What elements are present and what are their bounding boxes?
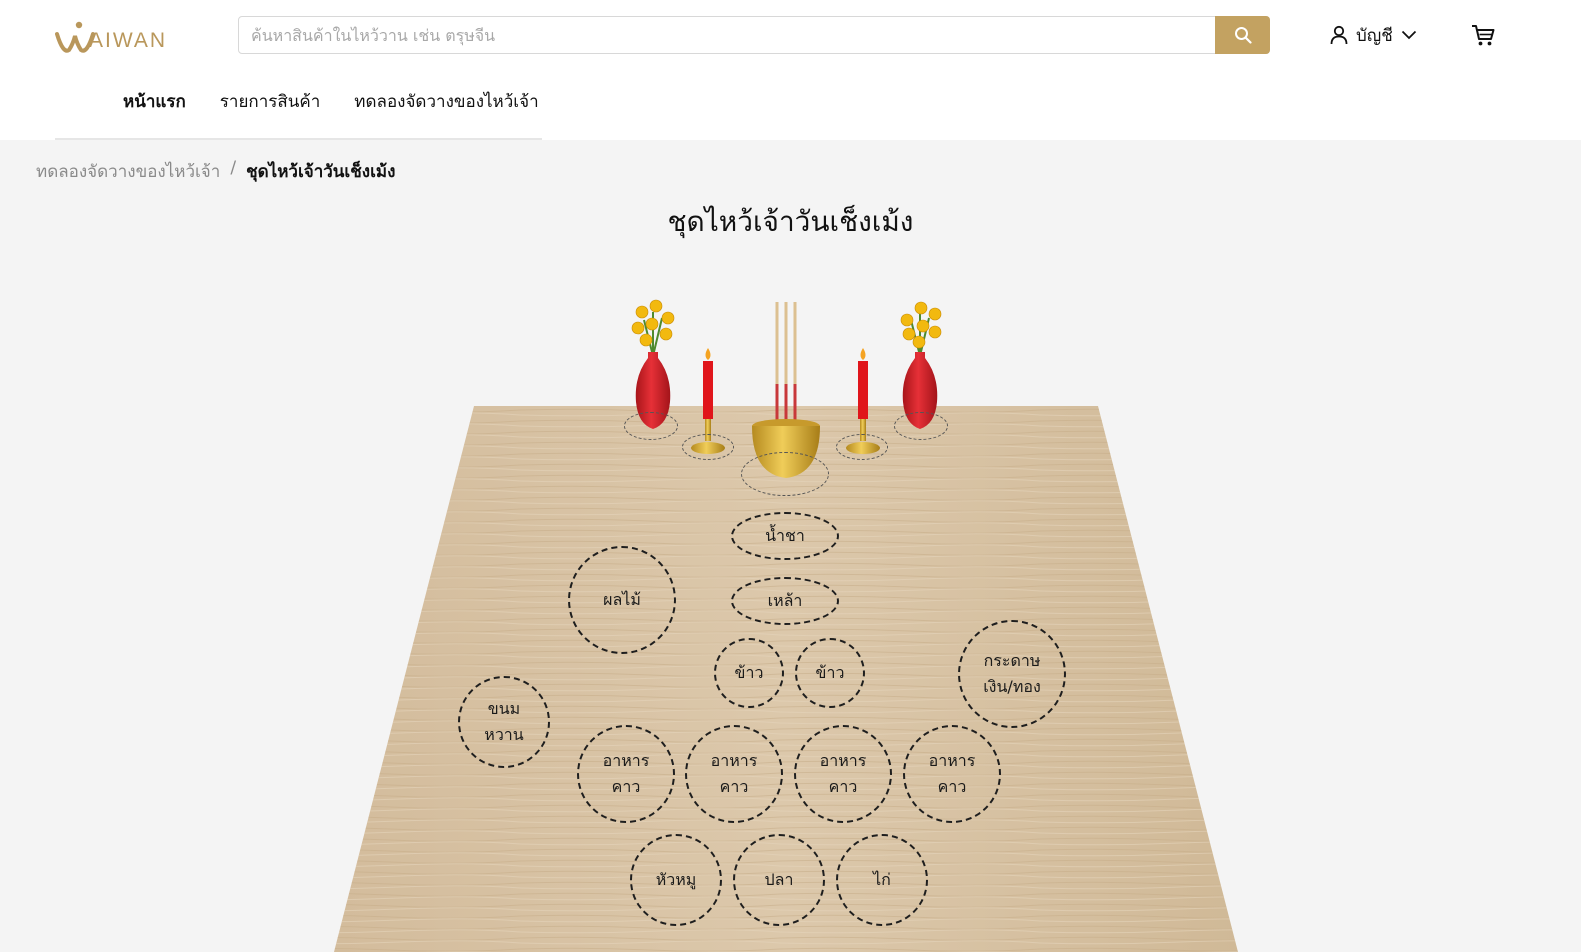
slot-chicken[interactable]: ไก่ [836, 834, 928, 926]
slot-savory-2[interactable]: อาหาร คาว [685, 725, 783, 823]
slot-tea[interactable]: น้ำชา [731, 512, 839, 560]
slot-savory-1[interactable]: อาหาร คาว [577, 725, 675, 823]
slot-fruit[interactable]: ผลไม้ [568, 546, 676, 654]
slot-incense-burner[interactable] [741, 452, 829, 496]
slot-right-vase[interactable] [894, 412, 948, 440]
slot-left-vase[interactable] [624, 412, 678, 440]
slot-liquor[interactable]: เหล้า [731, 577, 839, 625]
slot-paper-money[interactable]: กระดาษ เงิน/ทอง [958, 620, 1066, 728]
slot-dessert[interactable]: ขนม หวาน [458, 676, 550, 768]
slot-savory-3[interactable]: อาหาร คาว [794, 725, 892, 823]
slot-left-candle[interactable] [682, 434, 734, 460]
slot-rice-2[interactable]: ข้าว [795, 638, 865, 708]
slot-right-candle[interactable] [836, 434, 888, 460]
slot-savory-4[interactable]: อาหาร คาว [903, 725, 1001, 823]
slot-fish[interactable]: ปลา [733, 834, 825, 926]
slot-pig-head[interactable]: หัวหมู [630, 834, 722, 926]
slot-rice-1[interactable]: ข้าว [714, 638, 784, 708]
